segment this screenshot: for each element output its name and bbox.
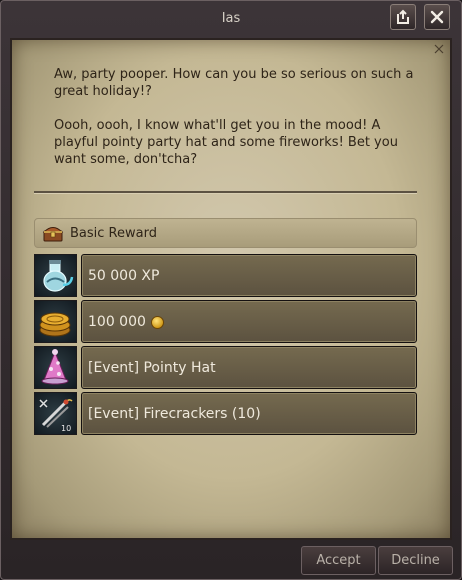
decline-button[interactable]: Decline <box>378 546 453 575</box>
reward-item-slot[interactable] <box>34 254 77 297</box>
reward-item-box: 100 000 <box>81 300 417 343</box>
xp-potion-icon <box>43 260 74 292</box>
reward-item-label: [Event] Firecrackers (10) <box>81 392 417 435</box>
close-icon <box>430 10 444 24</box>
dialog-paragraph: Aw, party pooper. How can you be so seri… <box>54 67 414 99</box>
quest-dialog-window: Ias Aw, party pooper. How can you be so … <box>0 0 462 580</box>
firecrackers-icon: 10 <box>39 399 73 433</box>
close-button[interactable] <box>424 4 450 30</box>
popout-icon <box>397 9 409 24</box>
reward-item-row[interactable]: [Event] Pointy Hat <box>34 346 417 389</box>
reward-item-row[interactable]: 10 [Event] Firecrackers (10) <box>34 392 417 435</box>
divider <box>34 191 417 194</box>
gold-coins-icon <box>39 312 71 337</box>
reward-item-label: 50 000 XP <box>81 254 417 297</box>
reward-item-label: 100 000 <box>88 313 146 330</box>
reward-item-slot[interactable]: 10 <box>34 392 77 435</box>
npc-dialog-text: Aw, party pooper. How can you be so seri… <box>54 66 424 185</box>
treasure-chest-icon <box>42 227 64 242</box>
accept-button[interactable]: Accept <box>301 546 376 575</box>
reward-item-slot[interactable] <box>34 346 77 389</box>
reward-item-label: [Event] Pointy Hat <box>81 346 417 389</box>
reward-item-row[interactable]: 100 000 <box>34 300 417 343</box>
reward-item-slot[interactable] <box>34 300 77 343</box>
svg-text:10: 10 <box>61 424 71 433</box>
party-hat-icon <box>41 349 69 385</box>
basic-reward-header: Basic Reward <box>34 218 417 248</box>
gold-coin-icon <box>150 316 164 329</box>
reward-header-label: Basic Reward <box>70 225 157 241</box>
popout-button[interactable] <box>390 4 416 30</box>
content-panel: Aw, party pooper. How can you be so seri… <box>10 38 452 540</box>
reward-item-row[interactable]: 50 000 XP <box>34 254 417 297</box>
dialog-paragraph: Oooh, oooh, I know what'll get you in th… <box>54 118 398 167</box>
title-bar[interactable]: Ias <box>1 1 461 35</box>
corner-ornament-icon <box>434 44 444 54</box>
